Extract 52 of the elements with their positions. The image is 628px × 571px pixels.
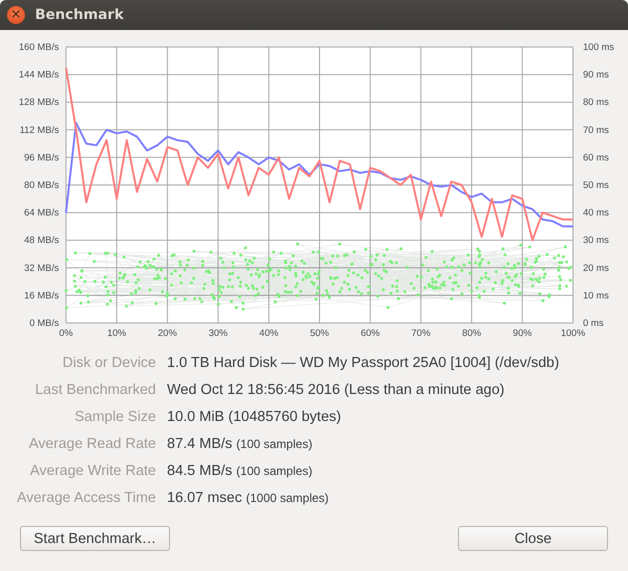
close-button[interactable]: × — [7, 6, 25, 24]
y-axis-label: 32 MB/s — [24, 262, 59, 274]
start-benchmark-button[interactable]: Start Benchmark… — [20, 526, 170, 551]
window-title: Benchmark — [35, 7, 124, 23]
y-axis-label: 112 MB/s — [20, 124, 59, 136]
field-label: Average Read Rate — [28, 435, 156, 454]
close-button[interactable]: Close — [458, 526, 608, 551]
x-axis-label: 30% — [208, 328, 228, 339]
y-axis-label: 48 MB/s — [24, 235, 59, 246]
field-value: 16.07 msec — [167, 489, 242, 508]
y-axis-label: 128 MB/s — [18, 97, 59, 108]
x-axis-label: 0% — [59, 328, 73, 339]
x-axis-label: 90% — [512, 328, 532, 339]
y-axis-label: 40 ms — [583, 208, 609, 219]
y-axis-label: 10 ms — [583, 290, 609, 302]
x-axis-label: 50% — [310, 328, 329, 339]
field-label: Average Access Time — [16, 489, 156, 508]
y-axis-label: 50 ms — [583, 180, 609, 191]
y-axis-label: 16 MB/s — [24, 290, 59, 302]
y-axis-label: 90 ms — [583, 70, 609, 81]
y-axis-label: 70 ms — [583, 124, 609, 136]
y-axis-label: 80 MB/s — [24, 180, 59, 191]
y-axis-label: 80 ms — [583, 97, 609, 108]
x-axis-label: 70% — [411, 328, 430, 339]
x-axis-label: 100% — [560, 328, 586, 339]
field-label: Last Benchmarked — [34, 381, 156, 400]
field-note: (1000 samples) — [246, 490, 329, 507]
field-label: Disk or Device — [62, 354, 156, 373]
y-axis-label: 20 ms — [583, 262, 609, 274]
x-axis-label: 10% — [107, 328, 126, 339]
y-axis-label: 64 MB/s — [24, 208, 59, 219]
y-axis-label: 144 MB/s — [18, 70, 59, 81]
y-axis-label: 0 MB/s — [29, 318, 59, 329]
y-axis-label: 0 ms — [583, 318, 604, 329]
field-value: 84.5 MB/s — [167, 462, 232, 481]
y-axis-label: 60 ms — [583, 152, 609, 164]
x-axis-label: 80% — [462, 328, 482, 339]
field-value: 10.0 MiB (10485760 bytes) — [167, 408, 342, 427]
field-label: Sample Size — [74, 408, 156, 427]
field-value: 1.0 TB Hard Disk — WD My Passport 25A0 [1004] (/dev/sdb) — [167, 354, 560, 373]
field-value: Wed Oct 12 18:56:45 2016 (Less than a minute ago) — [167, 381, 504, 400]
field-note: (100 samples) — [236, 436, 312, 453]
y-axis-label: 96 MB/s — [24, 152, 59, 164]
x-axis-label: 60% — [360, 328, 380, 339]
field-label: Average Write Rate — [29, 462, 156, 481]
field-note: (100 samples) — [236, 463, 312, 480]
x-axis-label: 40% — [259, 328, 278, 339]
x-axis-label: 20% — [158, 328, 177, 339]
field-value: 87.4 MB/s — [167, 435, 232, 454]
y-axis-label: 30 ms — [583, 235, 609, 246]
y-axis-label: 160 MB/s — [18, 42, 59, 53]
y-axis-label: 100 ms — [583, 42, 614, 53]
